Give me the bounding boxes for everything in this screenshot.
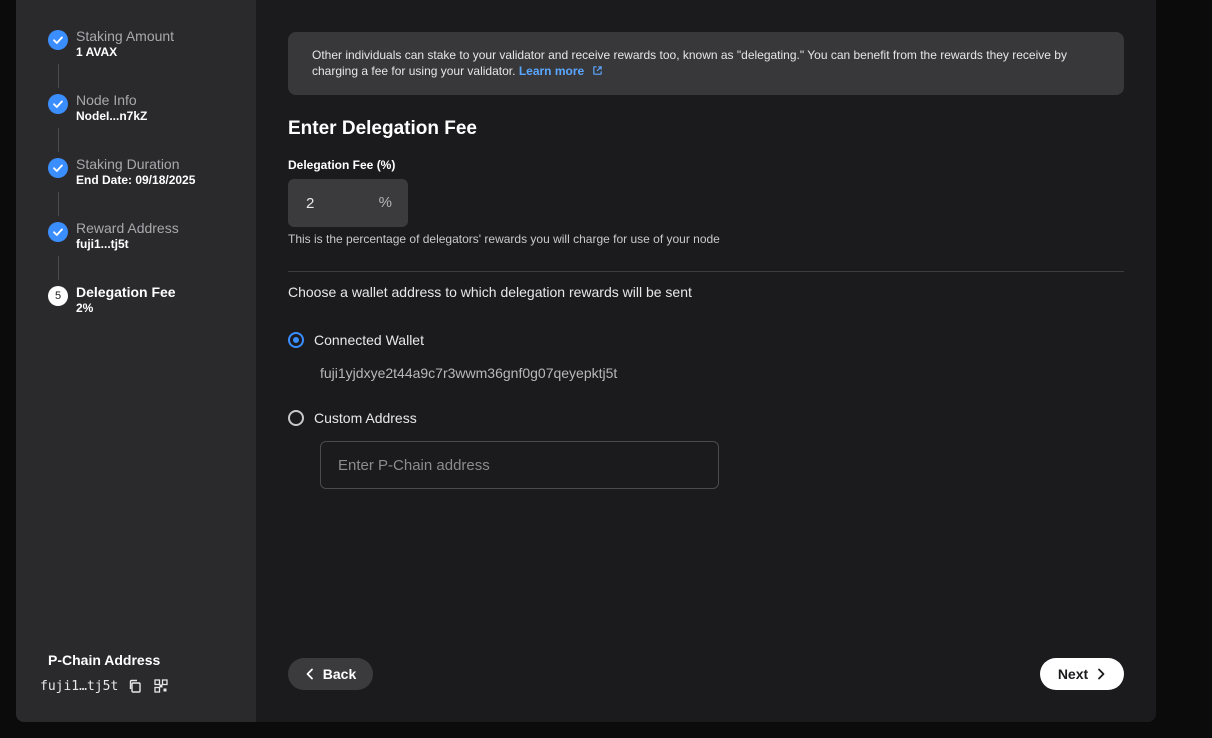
step-value: fuji1...tj5t bbox=[76, 237, 129, 251]
check-icon bbox=[48, 30, 68, 50]
page-title: Enter Delegation Fee bbox=[288, 118, 477, 139]
step-node-info[interactable]: Node Info NodeI...n7kZ bbox=[48, 92, 248, 132]
delegation-info-box: Other individuals can stake to your vali… bbox=[288, 32, 1124, 95]
radio-connected-wallet[interactable] bbox=[288, 332, 304, 348]
copy-icon[interactable] bbox=[126, 677, 144, 695]
step-value: NodeI...n7kZ bbox=[76, 109, 148, 123]
staking-panel: Staking Amount 1 AVAX Node Info NodeI...… bbox=[16, 0, 1156, 722]
next-label: Next bbox=[1057, 666, 1089, 682]
divider bbox=[288, 271, 1124, 272]
step-connector bbox=[58, 128, 59, 152]
step-title: Staking Amount bbox=[76, 28, 175, 44]
reward-address-prompt: Choose a wallet address to which delegat… bbox=[288, 284, 692, 300]
pchain-address-row: fuji1…tj5t bbox=[40, 677, 170, 695]
step-value: 2% bbox=[76, 301, 94, 315]
external-link-icon bbox=[592, 66, 602, 75]
step-title: Node Info bbox=[76, 92, 137, 108]
step-title: Staking Duration bbox=[76, 156, 180, 172]
step-value: 1 AVAX bbox=[76, 45, 118, 59]
qr-code-icon[interactable] bbox=[152, 677, 170, 695]
next-button[interactable]: Next bbox=[1040, 658, 1124, 690]
step-connector bbox=[58, 256, 59, 280]
step-number: 5 bbox=[48, 286, 68, 306]
check-icon bbox=[48, 222, 68, 242]
learn-more-link[interactable]: Learn more bbox=[519, 64, 603, 78]
connected-wallet-label: Connected Wallet bbox=[314, 332, 424, 348]
custom-address-option[interactable]: Custom Address bbox=[288, 410, 417, 426]
connected-wallet-option[interactable]: Connected Wallet bbox=[288, 332, 424, 348]
radio-custom-address[interactable] bbox=[288, 410, 304, 426]
stepper-sidebar: Staking Amount 1 AVAX Node Info NodeI...… bbox=[16, 0, 256, 722]
learn-more-label: Learn more bbox=[518, 64, 585, 78]
step-delegation-fee[interactable]: 5 Delegation Fee 2% bbox=[48, 284, 248, 324]
delegation-fee-field[interactable]: % bbox=[288, 179, 408, 227]
step-title: Reward Address bbox=[76, 220, 179, 236]
back-button[interactable]: Back bbox=[288, 658, 373, 690]
step-value: End Date: 09/18/2025 bbox=[76, 173, 196, 187]
pchain-address: fuji1…tj5t bbox=[40, 678, 119, 694]
check-icon bbox=[48, 94, 68, 114]
custom-address-field[interactable] bbox=[320, 441, 719, 489]
step-title: Delegation Fee bbox=[76, 284, 176, 300]
chevron-right-icon bbox=[1098, 668, 1105, 680]
chevron-left-icon bbox=[306, 668, 313, 680]
step-staking-amount[interactable]: Staking Amount 1 AVAX bbox=[48, 28, 248, 68]
step-staking-duration[interactable]: Staking Duration End Date: 09/18/2025 bbox=[48, 156, 248, 196]
delegation-fee-help: This is the percentage of delegators' re… bbox=[288, 232, 720, 246]
connected-wallet-address: fuji1yjdxye2t44a9c7r3wwm36gnf0g07qeyepkt… bbox=[320, 365, 618, 381]
step-reward-address[interactable]: Reward Address fuji1...tj5t bbox=[48, 220, 248, 260]
main-content: Other individuals can stake to your vali… bbox=[288, 32, 1124, 489]
custom-address-input[interactable] bbox=[321, 442, 718, 488]
delegation-fee-input[interactable] bbox=[302, 179, 370, 227]
percent-unit: % bbox=[378, 194, 392, 211]
delegation-fee-label: Delegation Fee (%) bbox=[288, 158, 396, 172]
custom-address-label: Custom Address bbox=[314, 410, 417, 426]
info-text: Other individuals can stake to your vali… bbox=[312, 48, 1067, 78]
pchain-address-label: P-Chain Address bbox=[48, 652, 161, 668]
step-connector bbox=[58, 192, 59, 216]
check-icon bbox=[48, 158, 68, 178]
back-label: Back bbox=[322, 666, 357, 682]
step-connector bbox=[58, 64, 59, 88]
